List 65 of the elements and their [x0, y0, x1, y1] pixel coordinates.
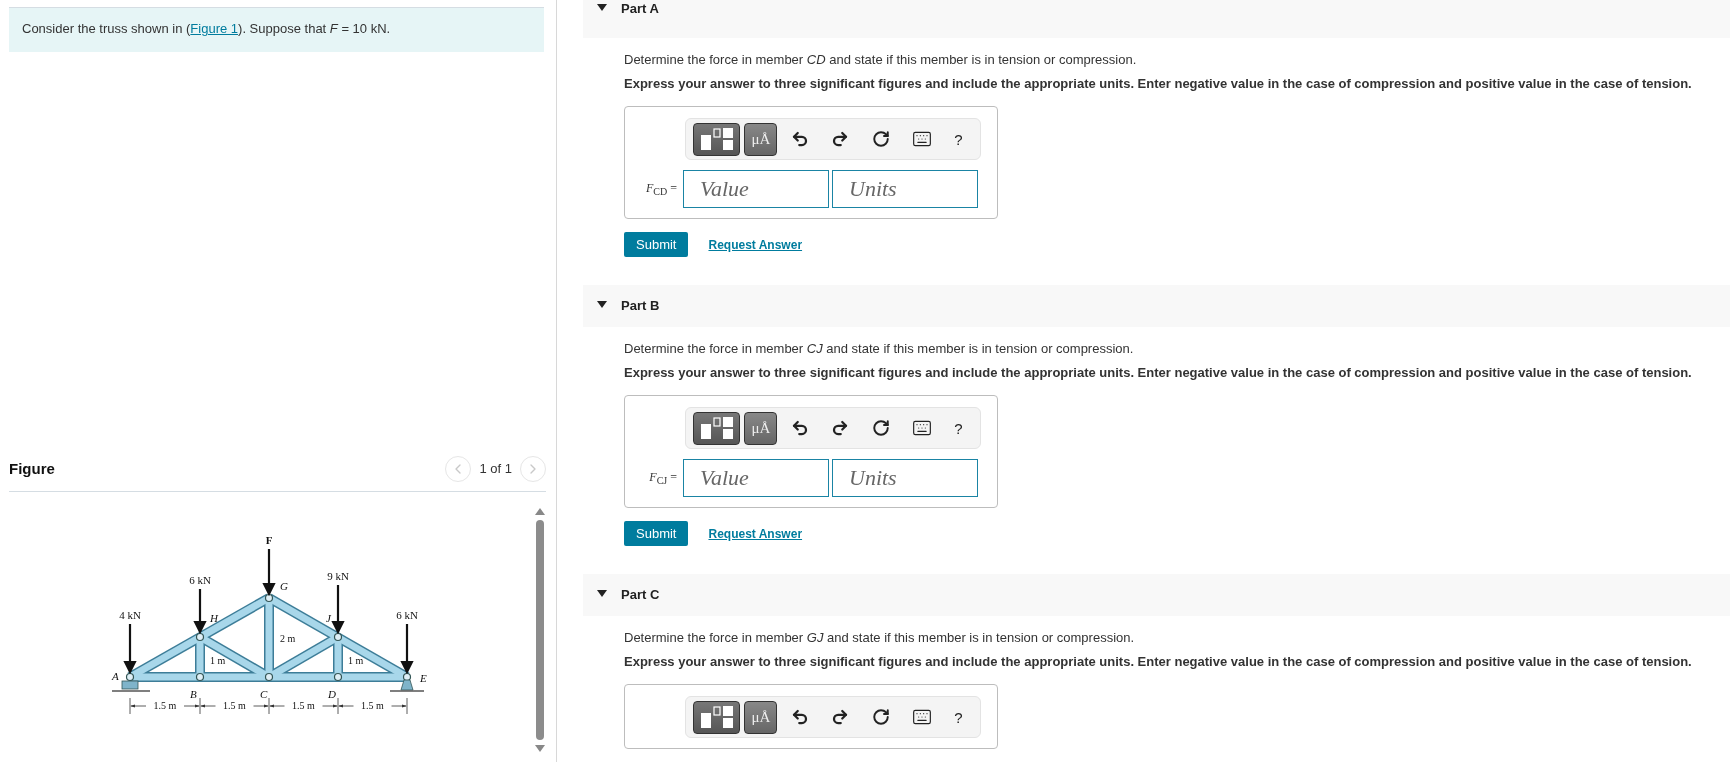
- height-label: 2 m: [280, 633, 296, 644]
- span-label: 1.5 m: [153, 700, 177, 711]
- joint-label: J: [326, 612, 331, 624]
- units-field[interactable]: Units: [832, 170, 978, 208]
- help-button[interactable]: ?: [944, 700, 973, 734]
- joint-label: C: [260, 688, 268, 700]
- request-answer-link[interactable]: Request Answer: [708, 526, 803, 541]
- request-answer-link[interactable]: Request Answer: [708, 237, 803, 252]
- units-button[interactable]: μÅ: [744, 411, 778, 445]
- load-label: 4 kN: [119, 609, 141, 621]
- height-label: 1 m: [210, 655, 226, 666]
- scroll-up-icon[interactable]: [535, 508, 545, 515]
- instruction-text: Express your answer to three significant figures and include the appropriate units. Enter negative value in the case of compression and positive value in the case of tension.: [624, 75, 1693, 93]
- value-field[interactable]: Value: [683, 459, 829, 497]
- page-counter: 1 of 1: [479, 461, 512, 476]
- answer-label: F$_{CD}$ =: [644, 180, 678, 198]
- figure-link[interactable]: Figure 1: [190, 21, 239, 36]
- load-arrow: [400, 624, 414, 675]
- instruction-text: Express your answer to three significant figures and include the appropriate units. Enter negative value in the case of compression and positive value in the case of tension.: [624, 364, 1693, 382]
- load-arrow: [262, 549, 276, 597]
- submit-button[interactable]: Submit: [624, 521, 689, 546]
- template-icon: [699, 705, 734, 729]
- templates-button[interactable]: [693, 700, 741, 734]
- load-label: F: [265, 534, 273, 546]
- templates-button[interactable]: [693, 411, 741, 445]
- joint-label: D: [328, 688, 336, 700]
- question-text: Determine the force in member GJ and state if this member is in tension or compression.: [624, 629, 1136, 647]
- help-button[interactable]: ?: [944, 411, 973, 445]
- joint-label: G: [280, 580, 288, 592]
- load-label: 9 kN: [327, 570, 349, 582]
- joint-label: E: [420, 672, 427, 684]
- load-label: 6 kN: [396, 609, 418, 621]
- span-label: 1.5 m: [223, 700, 246, 711]
- instruction-text: Express your answer to three significant figures and include the appropriate units. Enter negative value in the case of compression and positive value in the case of tension.: [624, 653, 1693, 671]
- submit-button[interactable]: Submit: [624, 232, 689, 257]
- part-title: Part B: [621, 298, 660, 314]
- joint-label: H: [210, 612, 218, 624]
- part-title: Part A: [621, 1, 659, 17]
- part-header[interactable]: Part B: [583, 285, 1730, 327]
- value-field[interactable]: Value: [683, 170, 829, 208]
- load-label: 6 kN: [189, 574, 211, 586]
- load-arrow: [331, 585, 345, 635]
- scroll-down-icon[interactable]: [535, 745, 545, 752]
- units-button[interactable]: μÅ: [744, 700, 778, 734]
- question-text: Determine the force in member CD and state if this member is in tension or compression.: [624, 51, 1138, 69]
- figure-title: Figure: [9, 460, 55, 477]
- question-text: Determine the force in member CJ and state if this member is in tension or compression.: [624, 340, 1135, 358]
- template-icon: [699, 127, 734, 151]
- units-button[interactable]: μÅ: [744, 122, 778, 156]
- load-arrow: [193, 589, 207, 635]
- span-label: 1.5 m: [361, 700, 384, 711]
- height-label: 1 m: [348, 655, 364, 666]
- templates-button[interactable]: [693, 122, 741, 156]
- part-title: Part C: [621, 587, 660, 603]
- joint-label: B: [190, 688, 197, 700]
- template-icon: [699, 416, 734, 440]
- help-button[interactable]: ?: [944, 122, 973, 156]
- answer-label: F$_{CJ}$ =: [648, 469, 678, 487]
- part-header[interactable]: Part C: [583, 574, 1730, 616]
- span-label: 1.5 m: [292, 700, 315, 711]
- load-arrow: [123, 624, 137, 675]
- joint-label: A: [112, 670, 119, 682]
- units-field[interactable]: Units: [832, 459, 978, 497]
- intro-text: Consider the truss shown in (Figure 1). Suppose that F = 10 kN.: [9, 7, 544, 52]
- part-header[interactable]: Part A: [583, 0, 1730, 38]
